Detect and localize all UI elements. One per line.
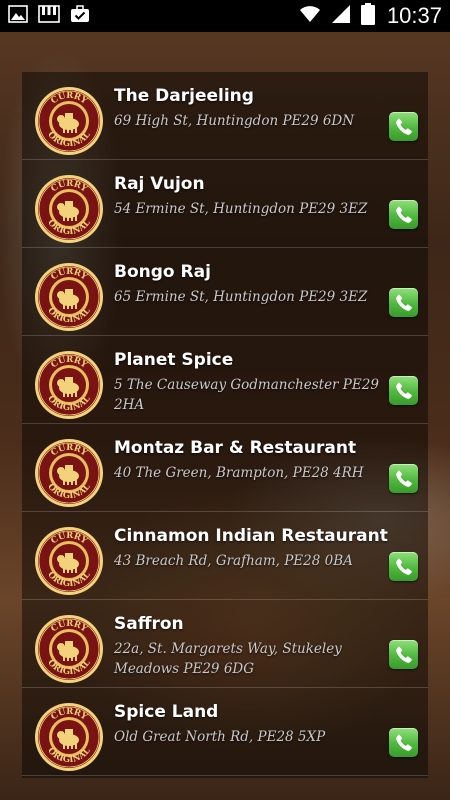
curry-original-logo: CURRY ORIGINAL xyxy=(34,702,104,772)
restaurant-address: 40 The Green, Brampton, PE28 4RH xyxy=(114,465,364,481)
battery-icon xyxy=(360,3,375,29)
status-bar: 10:37 xyxy=(0,0,450,32)
restaurant-name: Bongo Raj xyxy=(114,262,211,282)
phone-icon xyxy=(394,733,414,753)
restaurant-name: Planet Spice xyxy=(114,350,234,370)
phone-icon xyxy=(394,117,414,137)
list-item[interactable]: CURRY ORIGINAL The Darjeeling 69 High St… xyxy=(22,72,428,160)
list-item[interactable]: CURRY ORIGINAL Saffron 22a, St. Margaret… xyxy=(22,600,428,688)
restaurant-name: The Darjeeling xyxy=(114,86,254,106)
curry-original-logo: CURRY ORIGINAL xyxy=(34,614,104,684)
restaurant-address: 54 Ermine St, Huntingdon PE29 3EZ xyxy=(114,201,368,217)
restaurant-name: Montaz Bar & Restaurant xyxy=(114,438,357,458)
call-button[interactable] xyxy=(389,464,418,493)
list-item[interactable]: CURRY ORIGINAL Raj Vujon 54 Ermine St, H… xyxy=(22,160,428,248)
status-time: 10:37 xyxy=(386,3,442,28)
phone-icon xyxy=(394,205,414,225)
wifi-icon xyxy=(299,5,321,27)
call-button[interactable] xyxy=(389,376,418,405)
list-item[interactable]: CURRY ORIGINAL Planet Spice 5 The Causew… xyxy=(22,336,428,424)
image-icon xyxy=(8,5,28,27)
restaurant-name: Spice Land xyxy=(114,702,219,722)
restaurant-address: Old Great North Rd, PE28 5XP xyxy=(114,729,326,745)
phone-icon xyxy=(394,381,414,401)
curry-original-logo: CURRY ORIGINAL xyxy=(34,86,104,156)
restaurant-address: 5 The Causeway Godmanchester PE29 2HA xyxy=(114,377,379,413)
curry-original-logo: CURRY ORIGINAL xyxy=(34,262,104,332)
restaurant-name: Saffron xyxy=(114,614,184,634)
curry-original-logo: CURRY ORIGINAL xyxy=(34,438,104,508)
call-button[interactable] xyxy=(389,640,418,669)
curry-original-logo: CURRY ORIGINAL xyxy=(34,526,104,596)
piano-icon xyxy=(38,5,60,27)
restaurant-list[interactable]: CURRY ORIGINAL The Darjeeling 69 High St… xyxy=(22,72,428,778)
restaurant-address: 22a, St. Margarets Way, Stukeley Meadows… xyxy=(114,641,342,677)
restaurant-address: 43 Breach Rd, Grafham, PE28 0BA xyxy=(114,553,353,569)
status-bar-left xyxy=(8,5,90,27)
phone-icon xyxy=(394,645,414,665)
restaurant-address: 69 High St, Huntingdon PE29 6DN xyxy=(114,113,355,129)
status-bar-right: 10:37 xyxy=(299,3,442,29)
list-item[interactable]: CURRY ORIGINAL Spice Land Old Great Nort… xyxy=(22,688,428,776)
call-button[interactable] xyxy=(389,288,418,317)
list-item[interactable]: CURRY ORIGINAL Montaz Bar & Restaurant 4… xyxy=(22,424,428,512)
briefcase-check-icon xyxy=(70,5,90,27)
phone-icon xyxy=(394,469,414,489)
list-item[interactable]: CURRY ORIGINAL Bongo Raj 65 Ermine St, H… xyxy=(22,248,428,336)
restaurant-name: Cinnamon Indian Restaurant xyxy=(114,526,388,546)
restaurant-name: Raj Vujon xyxy=(114,174,205,194)
restaurant-address: 65 Ermine St, Huntingdon PE29 3EZ xyxy=(114,289,368,305)
call-button[interactable] xyxy=(389,112,418,141)
phone-icon xyxy=(394,293,414,313)
curry-original-logo: CURRY ORIGINAL xyxy=(34,174,104,244)
phone-icon xyxy=(394,557,414,577)
list-item[interactable]: CURRY ORIGINAL Cinnamon Indian Restauran… xyxy=(22,512,428,600)
curry-original-logo: CURRY ORIGINAL xyxy=(34,350,104,420)
call-button[interactable] xyxy=(389,728,418,757)
call-button[interactable] xyxy=(389,552,418,581)
call-button[interactable] xyxy=(389,200,418,229)
signal-icon xyxy=(331,4,351,28)
